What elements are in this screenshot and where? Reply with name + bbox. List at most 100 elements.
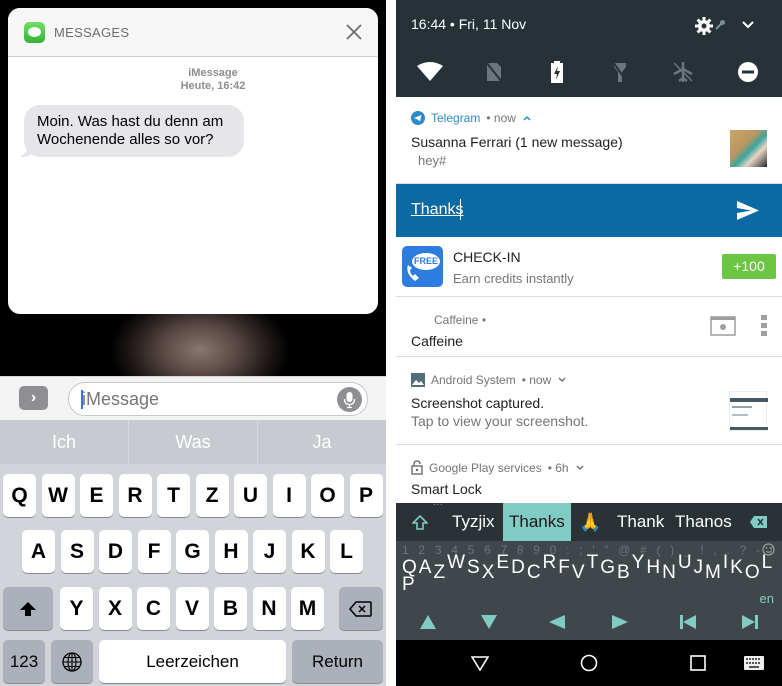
microphone-icon[interactable] [337, 387, 362, 412]
key-v[interactable]: V [572, 562, 585, 584]
key-m[interactable]: M [291, 587, 324, 630]
flashlight-off-icon[interactable] [612, 61, 628, 83]
suggestion[interactable]: Thanos [675, 503, 732, 541]
plus-100-button[interactable]: +100 [722, 254, 776, 279]
suggestion[interactable]: Ja [258, 420, 386, 464]
space-key[interactable]: Leerzeichen [99, 640, 286, 683]
key-a[interactable]: A [22, 530, 55, 573]
key-i[interactable]: I [272, 474, 306, 517]
key-b[interactable]: B [214, 587, 247, 630]
jump-start-icon[interactable] [680, 615, 696, 629]
suggestion[interactable]: Tyzjix [452, 503, 495, 541]
key-z[interactable]: Z [195, 474, 229, 517]
key-n[interactable]: N [662, 562, 676, 584]
caffeine-notification[interactable]: Caffeine • Caffeine [396, 297, 782, 357]
suggestion[interactable]: Ich [0, 420, 129, 464]
more-options-icon[interactable] [760, 314, 768, 338]
close-icon[interactable] [344, 22, 364, 42]
arrow-down-icon[interactable] [481, 615, 497, 629]
key-l[interactable]: L [762, 552, 773, 574]
key-g[interactable]: G [176, 530, 209, 573]
key-h[interactable]: H [646, 557, 660, 579]
imessage-field[interactable] [68, 382, 368, 416]
imessage-input[interactable] [82, 388, 322, 410]
suggestion-emoji[interactable]: 🙏 [579, 503, 601, 541]
chevron-down-icon[interactable] [741, 20, 755, 30]
wifi-icon[interactable] [417, 62, 443, 82]
home-icon[interactable] [580, 654, 598, 672]
reply-input[interactable] [411, 198, 711, 222]
key-r[interactable]: R [118, 474, 152, 517]
key-s[interactable]: S [467, 557, 480, 579]
letter-keys[interactable]: Q A Z W S X E D C R F V T G B Y H N U J M I K O LP [402, 552, 782, 601]
key-y[interactable]: Y [632, 552, 645, 574]
suggestion[interactable]: Was [129, 420, 258, 464]
key-f[interactable]: F [137, 530, 171, 573]
message-notification-card[interactable]: MESSAGES iMessage Heute, 16:42 Moin. Was… [8, 8, 378, 314]
key-c[interactable]: C [137, 587, 170, 630]
checkin-notification[interactable]: FREE CHECK-IN Earn credits instantly +10… [396, 237, 782, 297]
key-r[interactable]: R [543, 552, 557, 574]
numbers-key[interactable]: 123 [3, 640, 45, 683]
key-i[interactable]: I [723, 552, 728, 574]
chevron-down-icon[interactable] [575, 464, 585, 472]
key-z[interactable]: Z [433, 562, 445, 584]
keyboard-icon[interactable] [744, 656, 764, 670]
return-key[interactable]: Return [292, 640, 383, 683]
backspace-icon[interactable] [750, 516, 767, 528]
key-p[interactable]: P [349, 474, 383, 517]
key-f[interactable]: F [558, 557, 570, 579]
globe-icon[interactable] [51, 640, 93, 683]
settings-gear-icon[interactable] [694, 16, 714, 36]
key-p[interactable]: P [402, 574, 415, 596]
key-e[interactable]: E [80, 474, 113, 517]
suggestion-selected[interactable]: Thanks [503, 503, 571, 541]
key-w[interactable]: W [447, 552, 465, 574]
key-s[interactable]: S [60, 530, 94, 573]
send-icon[interactable] [737, 201, 759, 220]
key-d[interactable]: D [99, 530, 132, 573]
key-x[interactable]: X [482, 562, 495, 584]
key-k[interactable]: K [291, 530, 325, 573]
key-c[interactable]: C [527, 562, 541, 584]
key-x[interactable]: X [98, 587, 132, 630]
shift-outline-icon[interactable] [412, 515, 428, 530]
chevron-right-icon[interactable]: › [19, 386, 48, 410]
recents-icon[interactable] [690, 655, 706, 671]
key-w[interactable]: W [41, 474, 75, 517]
key-e[interactable]: E [496, 552, 509, 574]
key-d[interactable]: D [511, 557, 525, 579]
arrow-right-icon[interactable] [612, 615, 628, 629]
key-o[interactable]: O [745, 562, 760, 584]
no-sim-icon[interactable] [485, 61, 503, 83]
caffeine-toggle-icon[interactable] [710, 316, 736, 336]
chevron-up-icon[interactable] [522, 114, 532, 122]
chevron-down-icon[interactable] [557, 376, 567, 384]
airplane-mode-off-icon[interactable] [672, 61, 694, 83]
shift-key[interactable] [3, 587, 53, 630]
key-u[interactable]: U [678, 552, 692, 574]
key-u[interactable]: U [234, 474, 267, 517]
suggestion[interactable]: Thank [617, 503, 664, 541]
key-g[interactable]: G [600, 557, 615, 579]
arrow-up-icon[interactable] [420, 615, 436, 629]
key-l[interactable]: L [330, 530, 363, 573]
key-o[interactable]: O [311, 474, 344, 517]
key-k[interactable]: K [730, 557, 743, 579]
jump-end-icon[interactable] [742, 615, 758, 629]
key-t[interactable]: T [157, 474, 190, 517]
key-y[interactable]: Y [60, 587, 93, 630]
key-j[interactable]: J [253, 530, 286, 573]
key-q[interactable]: Q [3, 474, 36, 517]
key-n[interactable]: N [252, 587, 286, 630]
battery-charging-icon[interactable] [550, 61, 564, 83]
screenshot-notification[interactable]: Android System • now Screenshot captured… [396, 357, 782, 445]
back-icon[interactable] [471, 656, 489, 671]
key-b[interactable]: B [617, 562, 630, 584]
arrow-left-icon[interactable] [549, 615, 565, 629]
backspace-key[interactable] [339, 587, 383, 630]
key-a[interactable]: A [419, 557, 432, 579]
reply-field[interactable] [396, 184, 782, 237]
key-h[interactable]: H [214, 530, 248, 573]
key-v[interactable]: V [175, 587, 209, 630]
